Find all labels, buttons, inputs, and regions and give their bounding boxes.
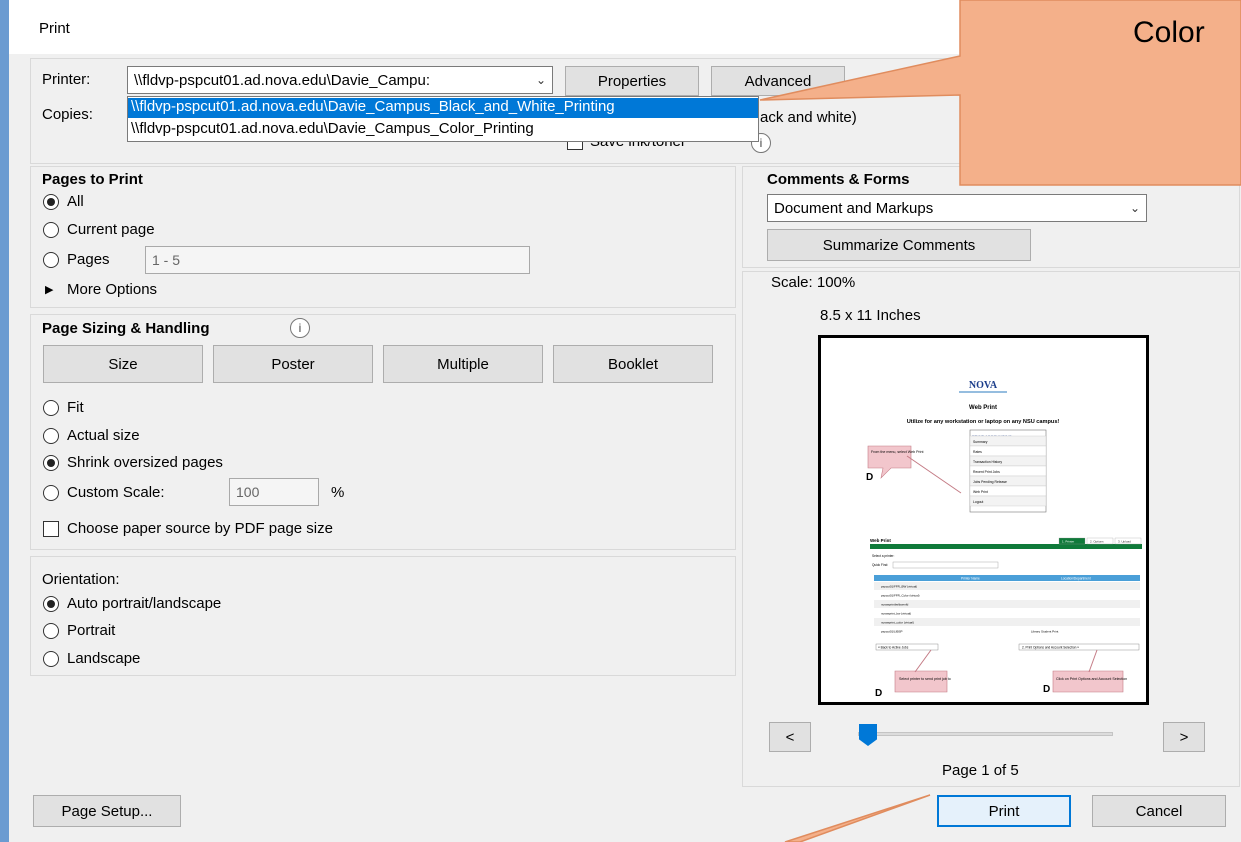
- callout-overlay: [759, 0, 1241, 842]
- print-arrow: [784, 794, 931, 842]
- callout-text: Color: [1133, 16, 1205, 49]
